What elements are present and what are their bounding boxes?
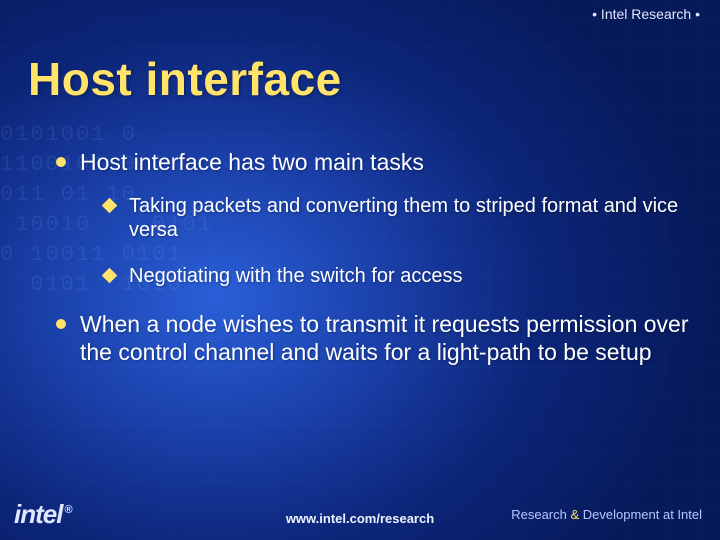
bullet-level2: Taking packets and converting them to st…: [104, 194, 690, 242]
bullet-diamond-icon: [102, 198, 118, 214]
tagline-ampersand: &: [570, 507, 579, 522]
slide-content: Host interface has two main tasks Taking…: [56, 148, 690, 384]
bullet-diamond-icon: [102, 268, 118, 284]
bullet-text: Taking packets and converting them to st…: [129, 194, 690, 242]
bullet-text: Host interface has two main tasks: [80, 148, 424, 176]
footer-tagline: Research & Development at Intel: [511, 507, 702, 522]
bullet-dot-icon: [56, 319, 66, 329]
bullet-text: Negotiating with the switch for access: [129, 264, 463, 288]
header-label: • Intel Research •: [592, 6, 700, 22]
bullet-level1: Host interface has two main tasks: [56, 148, 690, 176]
tagline-part: Development at Intel: [579, 507, 702, 522]
bullet-level2: Negotiating with the switch for access: [104, 264, 690, 288]
bullet-dot-icon: [56, 157, 66, 167]
bullet-text: When a node wishes to transmit it reques…: [80, 310, 690, 366]
sub-bullet-list: Taking packets and converting them to st…: [104, 194, 690, 288]
slide-title: Host interface: [28, 52, 342, 106]
bullet-level1: When a node wishes to transmit it reques…: [56, 310, 690, 366]
tagline-part: Research: [511, 507, 570, 522]
